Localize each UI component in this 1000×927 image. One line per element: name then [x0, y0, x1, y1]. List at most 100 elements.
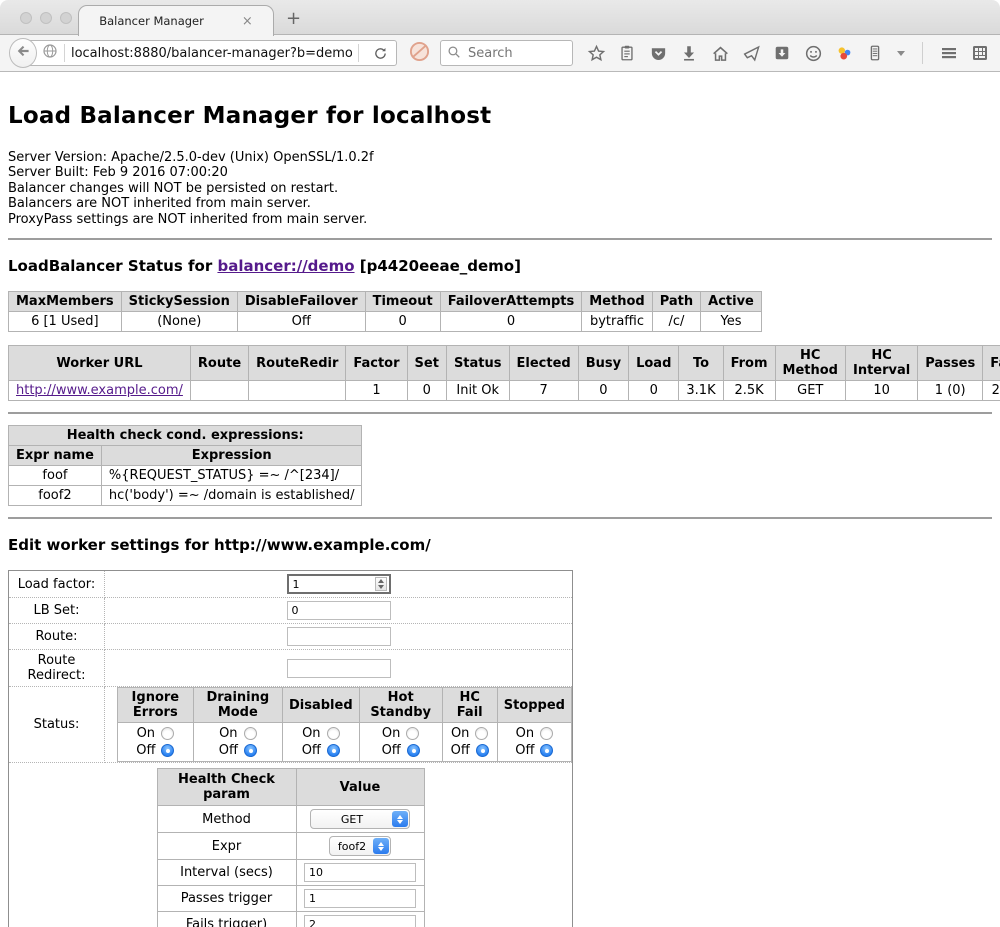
hc-method-select[interactable]: GET: [310, 809, 410, 829]
urlbar-divider: [64, 44, 65, 62]
col-hc-value: Value: [296, 769, 424, 806]
col-status: Status: [446, 346, 509, 381]
new-tab-button[interactable]: +: [286, 8, 301, 29]
hc-expr-select[interactable]: foof2: [329, 836, 391, 856]
draining-mode-off-radio[interactable]: [244, 744, 257, 757]
edit-worker-heading: Edit worker settings for http://www.exam…: [8, 536, 992, 554]
route-redirect-input[interactable]: [287, 659, 391, 678]
cell-busy: 0: [578, 381, 628, 401]
disabled-on-radio[interactable]: [327, 727, 340, 740]
hc-method-value: GET: [312, 813, 392, 826]
hc-fails-input[interactable]: [304, 915, 416, 927]
save-to-box-icon[interactable]: [771, 42, 793, 64]
window-minimize-button[interactable]: [40, 12, 52, 24]
cell-failoverattempts: 0: [440, 312, 582, 332]
browser-tab[interactable]: Balancer Manager ×: [78, 5, 274, 36]
hc-interval-label: Interval (secs): [157, 860, 296, 886]
off-label: Off: [302, 742, 321, 759]
health-check-cell: Health Check param Value Method GET: [9, 763, 573, 927]
divider: [8, 412, 992, 414]
hc-passes-input[interactable]: [304, 889, 416, 908]
hc-method-label: Method: [157, 806, 296, 833]
col-elected: Elected: [509, 346, 578, 381]
route-label: Route:: [9, 624, 105, 650]
worker-url-link[interactable]: http://www.example.com/: [16, 383, 183, 398]
hot-standby-on-radio[interactable]: [406, 727, 419, 740]
load-factor-cell: 1: [105, 571, 573, 598]
hc-interval-input[interactable]: [304, 863, 416, 882]
col-hot-standby: Hot Standby: [359, 688, 442, 723]
balancer-link[interactable]: balancer://demo: [217, 257, 354, 275]
stopped-off-radio[interactable]: [540, 744, 553, 757]
route-redirect-label: Route Redirect:: [9, 650, 105, 687]
send-icon[interactable]: [740, 42, 762, 64]
on-label: On: [219, 725, 237, 742]
hc-header-row: Health Check param Value: [157, 769, 424, 806]
col-maxmembers: MaxMembers: [9, 292, 122, 312]
edit-worker-form: Load factor: 1 LB Set: Route: Route Redi…: [8, 570, 573, 927]
pocket-icon[interactable]: [647, 42, 669, 64]
window-close-button[interactable]: [20, 12, 32, 24]
toolbar-icons: [585, 42, 991, 64]
window-controls[interactable]: [20, 12, 72, 24]
chevron-down-icon[interactable]: [895, 42, 907, 64]
balancer-status-table: MaxMembers StickySession DisableFailover…: [8, 291, 762, 332]
container-icon[interactable]: [864, 42, 886, 64]
expr-row: foof %{REQUEST_STATUS} =~ /^[234]/: [9, 466, 362, 486]
page-content: Load Balancer Manager for localhost Serv…: [0, 103, 1000, 927]
off-label: Off: [136, 742, 155, 759]
form-row-load-factor: Load factor: 1: [9, 571, 573, 598]
col-fails: Fails: [983, 346, 1000, 381]
home-icon[interactable]: [709, 42, 731, 64]
url-bar[interactable]: [25, 40, 397, 66]
search-input[interactable]: [466, 45, 566, 62]
menu-icon[interactable]: [938, 42, 960, 64]
cell-method: bytraffic: [582, 312, 652, 332]
cell-worker-url: http://www.example.com/: [9, 381, 191, 401]
health-check-table: Health Check param Value Method GET: [157, 768, 425, 927]
col-draining-mode: Draining Mode: [193, 688, 282, 723]
persist-notice-line: Balancer changes will NOT be persisted o…: [8, 181, 992, 196]
reading-list-icon[interactable]: [616, 42, 638, 64]
block-icon[interactable]: [409, 41, 430, 66]
reload-button[interactable]: [365, 46, 396, 61]
col-failoverattempts: FailoverAttempts: [440, 292, 582, 312]
on-label: On: [137, 725, 155, 742]
bookmark-star-icon[interactable]: [585, 42, 607, 64]
stepper-icon[interactable]: [375, 577, 387, 591]
cell-routeredir: [249, 381, 346, 401]
hc-fail-on-radio[interactable]: [475, 727, 488, 740]
cell-elected: 7: [509, 381, 578, 401]
chat-smiley-icon[interactable]: [802, 42, 824, 64]
search-bar[interactable]: [440, 40, 573, 66]
col-from: From: [723, 346, 775, 381]
hc-fail-off-radio[interactable]: [476, 744, 489, 757]
search-icon: [447, 44, 461, 63]
close-icon[interactable]: ×: [242, 15, 253, 28]
ignore-errors-on-radio[interactable]: [161, 727, 174, 740]
tiles-grid-icon[interactable]: [969, 42, 991, 64]
url-input[interactable]: [71, 46, 352, 61]
stopped-radios: On Off: [497, 723, 571, 762]
hot-standby-off-radio[interactable]: [407, 744, 420, 757]
expr-row: foof2 hc('body') =~ /domain is establish…: [9, 486, 362, 506]
form-row-lb-set: LB Set:: [9, 598, 573, 624]
off-label: Off: [219, 742, 238, 759]
draining-mode-on-radio[interactable]: [244, 727, 257, 740]
status-header-row: Ignore Errors Draining Mode Disabled Hot…: [118, 688, 572, 723]
disabled-off-radio[interactable]: [327, 744, 340, 757]
tab-bar: Balancer Manager × +: [0, 0, 1000, 35]
hc-fail-radios: On Off: [442, 723, 497, 762]
window-zoom-button[interactable]: [60, 12, 72, 24]
extension-dots-icon[interactable]: [833, 42, 855, 64]
back-button[interactable]: [9, 38, 37, 68]
download-icon[interactable]: [678, 42, 700, 64]
lb-set-input[interactable]: [287, 601, 391, 620]
load-factor-input[interactable]: 1: [287, 574, 391, 594]
stopped-on-radio[interactable]: [540, 727, 553, 740]
cell-from: 2.5K: [723, 381, 775, 401]
route-cell: [105, 624, 573, 650]
ignore-errors-off-radio[interactable]: [161, 744, 174, 757]
route-input[interactable]: [287, 627, 391, 646]
hc-row-expr: Expr foof2: [157, 833, 424, 860]
